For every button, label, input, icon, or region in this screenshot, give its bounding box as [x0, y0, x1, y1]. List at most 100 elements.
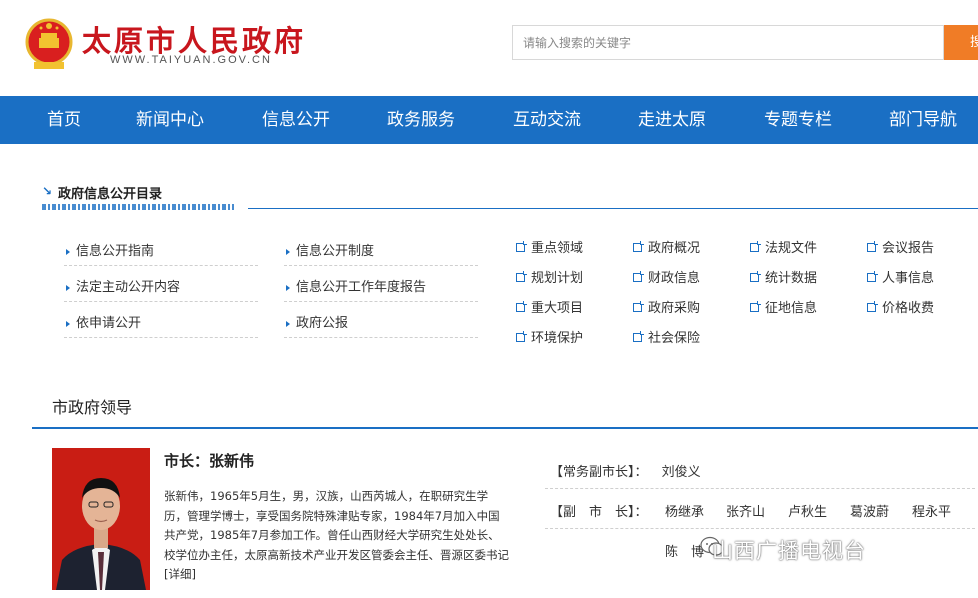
external-link-icon [633, 301, 644, 312]
category-land-acquisition[interactable]: 征地信息 [750, 297, 817, 316]
category-label: 价格收费 [882, 301, 935, 316]
divider [64, 301, 258, 302]
category-label: 规划计划 [531, 271, 584, 286]
vice-mayors-row: 【副 市 长】： 杨继承 张齐山 卢秋生 葛波蔚 程永平 [550, 501, 951, 520]
divider [545, 488, 975, 489]
external-link-icon [516, 301, 527, 312]
nav-interaction[interactable]: 互动交流 [513, 96, 581, 144]
link-disclosure-guide[interactable]: 信息公开指南 [66, 240, 154, 259]
external-link-icon [516, 271, 527, 282]
decorative-pattern [42, 204, 234, 210]
category-label: 财政信息 [648, 271, 701, 286]
external-link-icon [750, 271, 761, 282]
divider [248, 208, 978, 209]
nav-home[interactable]: 首页 [47, 96, 81, 144]
category-label: 征地信息 [765, 301, 818, 316]
category-major-projects[interactable]: 重大项目 [516, 297, 583, 316]
category-label: 人事信息 [882, 271, 935, 286]
divider [284, 337, 478, 338]
divider [284, 301, 478, 302]
nav-gov-services[interactable]: 政务服务 [387, 96, 455, 144]
link-label: 法定主动公开内容 [76, 280, 181, 295]
category-label: 法规文件 [765, 241, 818, 256]
category-gov-overview[interactable]: 政府概况 [633, 237, 700, 256]
link-disclosure-system[interactable]: 信息公开制度 [286, 240, 374, 259]
details-link[interactable]: [详细] [164, 567, 196, 581]
category-planning[interactable]: 规划计划 [516, 267, 583, 286]
external-link-icon [750, 241, 761, 252]
external-link-icon [516, 331, 527, 342]
category-label: 政府采购 [648, 301, 701, 316]
category-label: 政府概况 [648, 241, 701, 256]
divider [545, 528, 975, 529]
category-key-areas[interactable]: 重点领域 [516, 237, 583, 256]
search-box [512, 25, 944, 60]
nav-info-disclosure[interactable]: 信息公开 [262, 96, 330, 144]
exec-vice-label: 【常务副市长】： [550, 465, 648, 480]
category-statistics[interactable]: 统计数据 [750, 267, 817, 286]
link-label: 依申请公开 [76, 316, 142, 331]
vice-mayor-name[interactable]: 张齐山 [726, 501, 765, 520]
external-link-icon [750, 301, 761, 312]
external-link-icon [867, 271, 878, 282]
vice-mayors-row-2: 陈 博 [665, 541, 704, 560]
exec-vice-mayor-row: 【常务副市长】： 刘俊义 [550, 461, 701, 480]
category-personnel[interactable]: 人事信息 [867, 267, 934, 286]
external-link-icon [633, 331, 644, 342]
nav-topics[interactable]: 专题专栏 [764, 96, 832, 144]
arrow-icon: ↘ [42, 184, 53, 198]
nav-departments[interactable]: 部门导航 [889, 96, 957, 144]
external-link-icon [867, 301, 878, 312]
bullet-icon [286, 284, 290, 291]
link-label: 信息公开制度 [296, 244, 375, 259]
link-on-request[interactable]: 依申请公开 [66, 312, 141, 331]
bullet-icon [66, 320, 70, 327]
category-label: 社会保险 [648, 331, 701, 346]
category-procurement[interactable]: 政府采购 [633, 297, 700, 316]
nav-news[interactable]: 新闻中心 [136, 96, 204, 144]
divider [64, 337, 258, 338]
external-link-icon [633, 271, 644, 282]
mayor-bio-text: 张新伟，1965年5月生，男，汉族，山西芮城人，在职研究生学历，管理学博士，享受… [164, 489, 509, 562]
vice-mayor-name[interactable]: 卢秋生 [788, 501, 827, 520]
bullet-icon [286, 320, 290, 327]
category-label: 环境保护 [531, 331, 584, 346]
category-finance[interactable]: 财政信息 [633, 267, 700, 286]
category-meeting-reports[interactable]: 会议报告 [867, 237, 934, 256]
divider [64, 265, 258, 266]
category-social-insurance[interactable]: 社会保险 [633, 327, 700, 346]
category-label: 重大项目 [531, 301, 584, 316]
vice-mayor-name[interactable]: 杨继承 [665, 501, 704, 520]
link-statutory-disclosure[interactable]: 法定主动公开内容 [66, 276, 180, 295]
vice-mayor-name[interactable]: 程永平 [912, 501, 951, 520]
link-annual-report[interactable]: 信息公开工作年度报告 [286, 276, 426, 295]
section-rule [32, 427, 978, 429]
exec-vice-name[interactable]: 刘俊义 [662, 465, 701, 480]
bullet-icon [66, 284, 70, 291]
category-label: 统计数据 [765, 271, 818, 286]
bullet-icon [286, 248, 290, 255]
external-link-icon [867, 241, 878, 252]
nav-about-taiyuan[interactable]: 走进太原 [638, 96, 706, 144]
search-input[interactable] [513, 26, 943, 59]
main-nav: 首页 新闻中心 信息公开 政务服务 互动交流 走进太原 专题专栏 部门导航 [0, 96, 978, 144]
watermark-text: 山西广播电视台 [712, 539, 866, 563]
vice-label: 【副 市 长】： [550, 505, 648, 520]
link-label: 信息公开工作年度报告 [296, 280, 427, 295]
directory-title: 政府信息公开目录 [58, 187, 163, 202]
vice-mayor-name[interactable]: 陈 博 [665, 545, 704, 560]
link-gov-gazette[interactable]: 政府公报 [286, 312, 348, 331]
divider [284, 265, 478, 266]
external-link-icon [633, 241, 644, 252]
link-label: 政府公报 [296, 316, 349, 331]
mayor-title: 市长：张新伟 [164, 452, 255, 470]
category-pricing[interactable]: 价格收费 [867, 297, 934, 316]
mayor-photo[interactable] [52, 448, 150, 590]
category-environment[interactable]: 环境保护 [516, 327, 583, 346]
mayor-bio: 张新伟，1965年5月生，男，汉族，山西芮城人，在职研究生学历，管理学博士，享受… [164, 487, 510, 585]
vice-mayor-name[interactable]: 葛波蔚 [850, 501, 889, 520]
category-label: 重点领域 [531, 241, 584, 256]
leaders-heading: 市政府领导 [52, 398, 133, 417]
category-regulations[interactable]: 法规文件 [750, 237, 817, 256]
search-button[interactable]: 搜索 [944, 25, 978, 60]
